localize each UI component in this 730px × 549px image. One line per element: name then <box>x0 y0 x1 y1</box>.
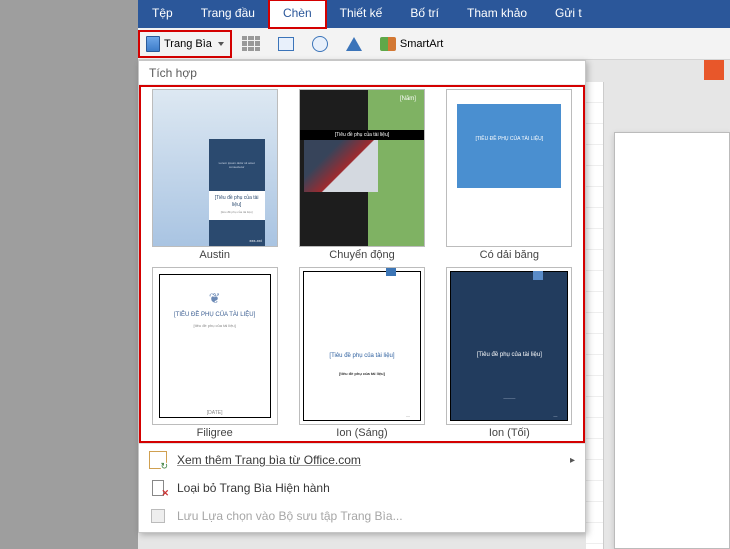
vertical-ruler <box>586 82 604 549</box>
cover-page-label: Trang Bìa <box>164 38 212 50</box>
tab-insert[interactable]: Chèn <box>269 0 326 28</box>
chevron-right-icon: ▸ <box>570 455 575 466</box>
ion-l-sub: [tiêu đề phụ của tài liệu] <box>318 371 406 376</box>
chart-icon <box>346 37 362 51</box>
table-icon <box>242 36 260 52</box>
fil-title: [TIÊU ĐỀ PHỤ CỦA TÀI LIỆU] <box>153 312 277 318</box>
cover-ion-dark-thumb: [Tiêu đề phụ của tài liệu] ——— — <box>446 267 572 425</box>
document-page[interactable] <box>614 132 730 549</box>
tab-file[interactable]: Tệp <box>138 0 187 28</box>
chart-button[interactable] <box>340 32 368 56</box>
tab-design[interactable]: Thiết kế <box>326 0 397 28</box>
cover-ion-dark[interactable]: [Tiêu đề phụ của tài liệu] ——— — Ion (Tố… <box>440 267 579 441</box>
cover-page-icon <box>146 36 160 52</box>
fil-sub: [tiêu đề phụ của tài liệu] <box>153 323 277 328</box>
ribbon-toolbar: Trang Bìa SmartArt <box>138 28 730 60</box>
cover-page-button[interactable]: Trang Bìa <box>140 32 230 56</box>
shapes-button[interactable] <box>306 32 334 56</box>
cover-banded[interactable]: [TIÊU ĐỀ PHỤ CỦA TÀI LIỆU] Có dải băng <box>440 89 579 263</box>
more-from-office-label: Xem thêm Trang bìa từ Office.com <box>177 453 361 467</box>
table-button[interactable] <box>236 32 266 56</box>
save-selection-gallery: Lưu Lựa chọn vào Bộ sưu tập Trang Bìa... <box>139 502 585 530</box>
tab-mailings[interactable]: Gửi t <box>541 0 596 28</box>
dropdown-footer: Xem thêm Trang bìa từ Office.com ▸ Loại … <box>139 443 585 532</box>
austin-title: [Tiêu đề phụ của tài liệu] <box>213 195 261 209</box>
banner-title: [TIÊU ĐỀ PHỤ CỦA TÀI LIỆU] <box>447 136 571 142</box>
ion-l-title: [Tiêu đề phụ của tài liệu] <box>318 352 406 360</box>
smartart-icon <box>380 37 396 51</box>
remove-cover-page[interactable]: Loại bỏ Trang Bìa Hiện hành <box>139 474 585 502</box>
cover-ion-light-thumb: [Tiêu đề phụ của tài liệu] [tiêu đề phụ … <box>299 267 425 425</box>
cover-ion-light-label: Ion (Sáng) <box>292 427 431 441</box>
picture-icon <box>278 37 294 51</box>
cover-ion-light[interactable]: [Tiêu đề phụ của tài liệu] [tiêu đề phụ … <box>292 267 431 441</box>
cover-motion-thumb: [Năm] [Tiêu đề phụ của tài liệu] <box>299 89 425 247</box>
remove-page-icon <box>149 479 167 497</box>
tab-layout[interactable]: Bố trí <box>396 0 453 28</box>
austin-bot: xxx-xxi <box>209 220 265 246</box>
tab-home[interactable]: Trang đầu <box>187 0 269 28</box>
ion-d-title: [Tiêu đề phụ của tài liệu] <box>465 352 553 358</box>
shapes-icon <box>312 36 328 52</box>
cover-banded-thumb: [TIÊU ĐỀ PHỤ CỦA TÀI LIỆU] <box>446 89 572 247</box>
smartart-button[interactable]: SmartArt <box>374 32 449 56</box>
cover-filigree[interactable]: ❦ [TIÊU ĐỀ PHỤ CỦA TÀI LIỆU] [tiêu đề ph… <box>145 267 284 441</box>
document-area <box>586 60 730 549</box>
cover-filigree-thumb: ❦ [TIÊU ĐỀ PHỤ CỦA TÀI LIỆU] [tiêu đề ph… <box>152 267 278 425</box>
cover-banded-label: Có dải băng <box>440 249 579 263</box>
motion-year: [Năm] <box>400 96 416 102</box>
cover-austin[interactable]: Lorem ipsum dolor sit amet consectetur [… <box>145 89 284 263</box>
cover-page-dropdown: Tích hợp Lorem ipsum dolor sit amet cons… <box>138 60 586 533</box>
pictures-button[interactable] <box>272 32 300 56</box>
cover-austin-thumb: Lorem ipsum dolor sit amet consectetur [… <box>152 89 278 247</box>
fil-bot: [DATE] <box>153 410 277 416</box>
tab-references[interactable]: Tham khảo <box>453 0 541 28</box>
remove-cover-label: Loại bỏ Trang Bìa Hiện hành <box>177 481 330 495</box>
more-from-office[interactable]: Xem thêm Trang bìa từ Office.com ▸ <box>139 446 585 474</box>
ribbon-tabs: Tệp Trang đầu Chèn Thiết kế Bố trí Tham … <box>138 0 730 28</box>
office-addin-icon[interactable] <box>704 60 724 80</box>
motion-band: [Tiêu đề phụ của tài liệu] <box>300 130 424 140</box>
office-refresh-icon <box>149 451 167 469</box>
cover-austin-label: Austin <box>145 249 284 263</box>
save-gallery-icon <box>149 507 167 525</box>
austin-sub: [tiêu đề phụ của tài liệu] <box>213 209 261 216</box>
cover-page-gallery: Lorem ipsum dolor sit amet consectetur [… <box>145 89 579 441</box>
caret-down-icon <box>218 42 224 46</box>
cover-ion-dark-label: Ion (Tối) <box>440 427 579 441</box>
ornament-icon: ❦ <box>153 290 277 307</box>
save-selection-label: Lưu Lựa chọn vào Bộ sưu tập Trang Bìa... <box>177 509 403 523</box>
cover-motion[interactable]: [Năm] [Tiêu đề phụ của tài liệu] Chuyển … <box>292 89 431 263</box>
gallery-section-header: Tích hợp <box>139 61 585 85</box>
cover-motion-label: Chuyển động <box>292 249 431 263</box>
gallery-highlight-box: Lorem ipsum dolor sit amet consectetur [… <box>139 85 585 443</box>
smartart-label: SmartArt <box>400 38 443 50</box>
cover-filigree-label: Filigree <box>145 427 284 441</box>
